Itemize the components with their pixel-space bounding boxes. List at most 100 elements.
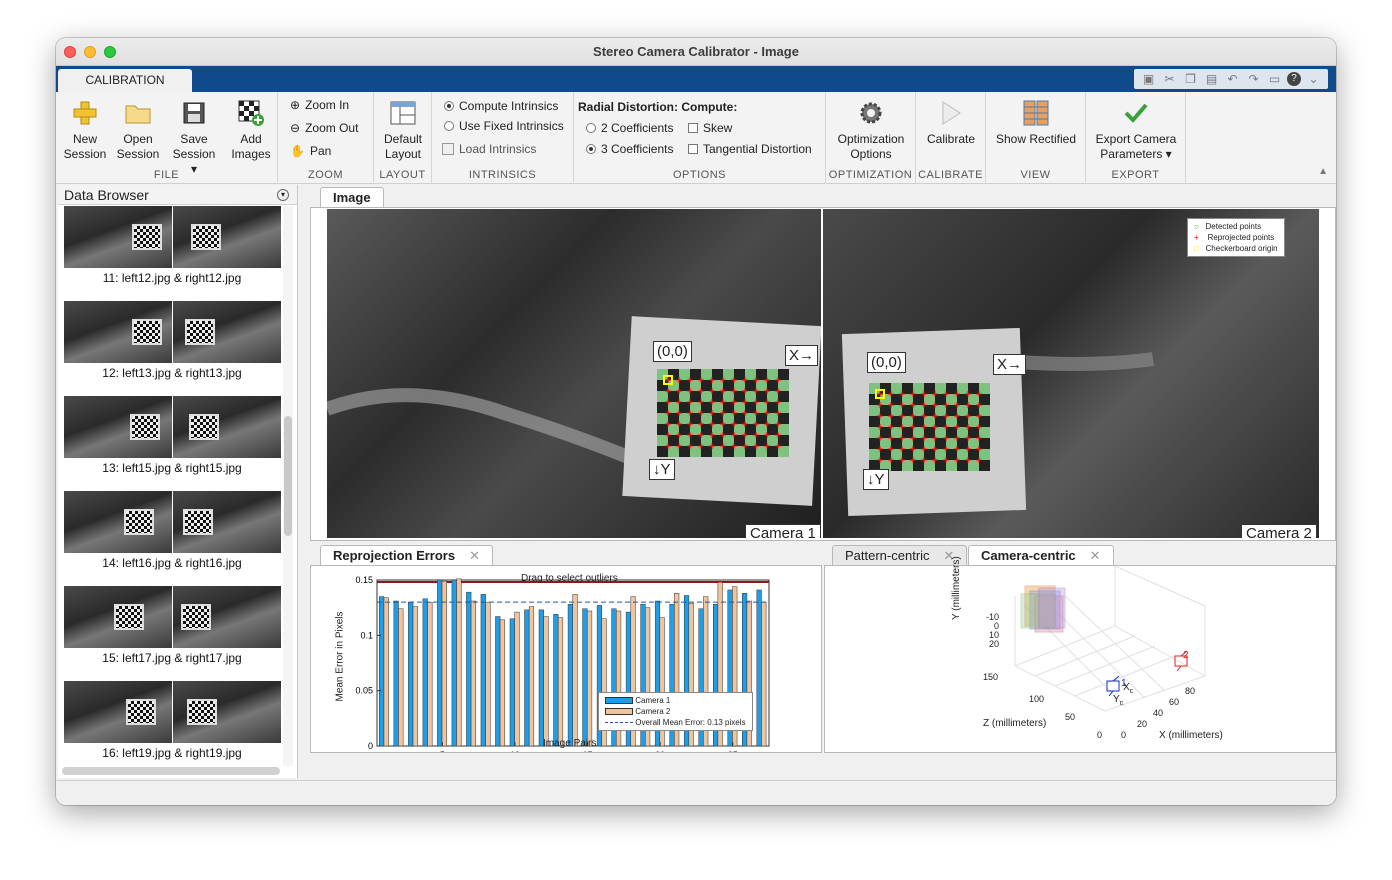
save-session-button[interactable]: Save Session ▾ [168,98,220,177]
list-item[interactable]: 13: left15.jpg & right15.jpg [62,396,282,491]
checker-square [657,402,668,413]
x-tick-label: 15 [583,750,593,752]
pan-button[interactable]: ✋ Pan [290,144,331,158]
checker-square [869,438,880,449]
cut-icon[interactable]: ✂ [1161,71,1178,87]
three-coefficients-radio[interactable]: 3 Coefficients [586,142,674,156]
default-layout-button[interactable]: Default Layout [378,98,428,162]
close-tab-icon[interactable]: ✕ [1090,548,1101,563]
vertical-scrollbar[interactable] [283,206,293,766]
origin-label: (0,0) [653,341,692,362]
compute-intrinsics-radio[interactable]: Compute Intrinsics [444,99,558,113]
z-axis-title: Z (millimeters) [983,718,1047,729]
calibrate-button[interactable]: Calibrate [920,98,982,147]
camera1-image[interactable]: (0,0) X→ ↓Y Camera 1 [327,209,821,538]
horizontal-scrollbar[interactable] [62,767,280,775]
checker-square [924,460,935,471]
checker-square [880,416,891,427]
two-coefficients-radio[interactable]: 2 Coefficients [586,121,674,135]
camera1-label: Camera 1 [745,524,821,538]
z-tick: 0 [1097,730,1103,740]
checker-square [778,413,789,424]
help-icon[interactable]: ? [1287,72,1301,86]
checker-square [679,446,690,457]
open-session-button[interactable]: Open Session [114,98,162,162]
export-group-label: EXPORT [1111,169,1160,181]
options-chevron-icon[interactable]: ⌄ [1305,71,1322,87]
layout-group: Default Layout LAYOUT [374,92,432,184]
checker-square [946,405,957,416]
add-images-icon [236,98,266,128]
undo-icon[interactable]: ↶ [1224,71,1241,87]
list-item[interactable]: 16: left19.jpg & right19.jpg [62,681,282,766]
checker-square [767,402,778,413]
checker-square [946,427,957,438]
panel-menu-icon[interactable]: ▾ [277,189,289,201]
extrinsics-3d-plot[interactable] [825,565,1335,752]
data-browser: Data Browser ▾ 11: left12.jpg & right12.… [58,185,298,778]
checker-square [968,405,979,416]
bar-camera-1 [509,618,515,747]
scroll-thumb[interactable] [284,416,292,536]
tab-pattern-centric[interactable]: Pattern-centric ✕ [832,545,968,565]
copy-icon[interactable]: ❐ [1182,71,1199,87]
checker-square [712,424,723,435]
save-icon[interactable]: ▣ [1140,71,1157,87]
redo-icon[interactable]: ↷ [1245,71,1262,87]
show-rectified-button[interactable]: Show Rectified [990,98,1082,147]
new-session-button[interactable]: New Session [62,98,108,162]
checker-square [668,369,679,380]
x-axis-label: X→ [785,345,819,366]
checker-square [891,383,902,394]
zoom-in-button[interactable]: ⊕ Zoom In [290,98,349,112]
tab-calibration[interactable]: CALIBRATION [58,69,192,92]
paste-icon[interactable]: ▤ [1203,71,1220,87]
zoom-out-icon: ⊖ [290,121,301,135]
tab-camera-centric[interactable]: Camera-centric ✕ [968,545,1114,565]
right-thumbnail [172,491,281,553]
list-item[interactable]: 15: left17.jpg & right17.jpg [62,586,282,681]
checker-square [690,369,701,380]
camera2-image[interactable]: (0,0) X→ ↓Y Camera 2 ○ Detected points +… [823,209,1319,538]
load-intrinsics-button[interactable]: Load Intrinsics [442,142,536,156]
bar-camera-1 [451,579,457,747]
list-item[interactable]: 11: left12.jpg & right12.jpg [62,206,282,301]
checker-square [880,438,891,449]
checker-square [778,369,789,380]
plus-marker-icon: + [1194,233,1199,242]
file-group: New Session Open Session Save Session ▾ [56,92,278,184]
bar-camera-2 [761,601,767,747]
bar-camera-2 [383,597,389,747]
checker-square [935,460,946,471]
optimization-options-button[interactable]: Optimization Options [828,98,914,162]
checker-square [891,416,902,427]
checker-square [891,427,902,438]
collapse-ribbon-icon[interactable]: ▲ [1318,166,1328,177]
close-tab-icon[interactable]: ✕ [469,548,480,563]
checker-square [979,427,990,438]
checker-square [734,435,745,446]
checker-square [913,438,924,449]
zoom-group: ⊕ Zoom In ⊖ Zoom Out ✋ Pan ZOOM [278,92,374,184]
checker-square [767,391,778,402]
checker-square [935,449,946,460]
tab-image[interactable]: Image [320,187,384,207]
z-tick: 50 [1065,712,1076,722]
checker-square [668,391,679,402]
use-fixed-intrinsics-radio[interactable]: Use Fixed Intrinsics [444,119,564,133]
add-images-button[interactable]: Add Images [226,98,276,162]
zoom-out-button[interactable]: ⊖ Zoom Out [290,121,358,135]
y-ticks: -10 0 10 20 [985,612,999,649]
list-item[interactable]: 14: left16.jpg & right16.jpg [62,491,282,586]
legend-swatch [605,697,633,705]
x-tick-label: 10 [510,750,520,752]
window-layout-icon[interactable]: ▭ [1266,71,1283,87]
checker-square [924,416,935,427]
tab-reprojection-errors[interactable]: Reprojection Errors ✕ [320,545,493,565]
checker-square [891,449,902,460]
tangential-distortion-checkbox[interactable]: Tangential Distortion [688,142,812,156]
skew-checkbox[interactable]: Skew [688,121,732,135]
y-tick-label: 0.05 [355,686,373,696]
list-item[interactable]: 12: left13.jpg & right13.jpg [62,301,282,396]
export-camera-parameters-button[interactable]: Export Camera Parameters ▾ [1088,98,1184,162]
